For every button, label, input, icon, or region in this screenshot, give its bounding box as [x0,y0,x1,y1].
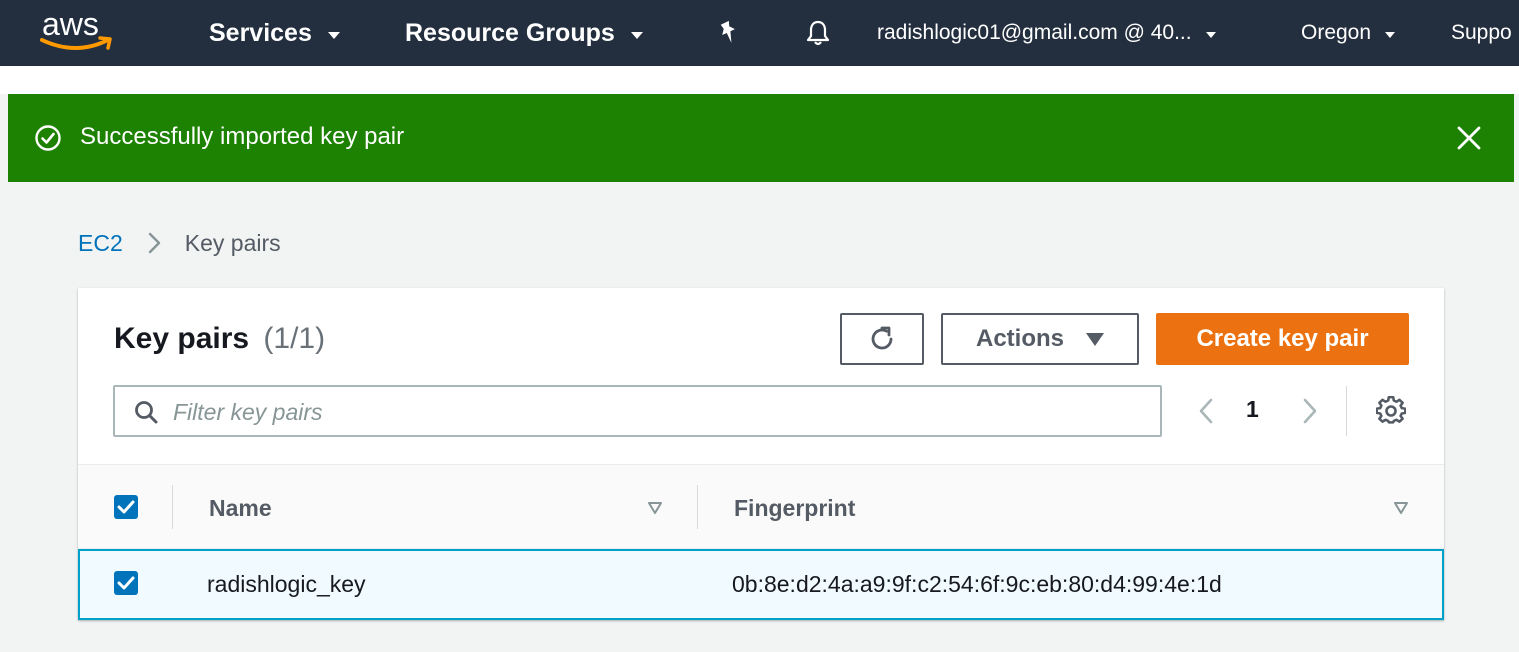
check-circle-icon [35,125,61,151]
flash-message: Successfully imported key pair [80,123,405,150]
success-flash-bar: Successfully imported key pair [8,94,1514,182]
key-pair-name: radishlogic_key [207,571,366,597]
checkmark-icon [117,500,135,514]
next-page-icon[interactable] [1298,396,1322,426]
services-menu[interactable]: Services [209,0,340,66]
actions-dropdown-button[interactable]: Actions [941,313,1139,365]
aws-smile-icon [40,36,112,50]
create-key-pair-label: Create key pair [1196,325,1369,352]
resource-groups-label: Resource Groups [405,18,615,47]
aws-logo[interactable]: aws [38,6,118,58]
chevron-down-icon [1205,32,1216,38]
key-pairs-panel: Key pairs (1/1) Actions Create key pair … [78,288,1444,620]
column-header-name[interactable]: Name [209,495,272,522]
refresh-icon [871,326,893,350]
breadcrumb-ec2-link[interactable]: EC2 [78,230,123,257]
page-title: Key pairs (1/1) [114,322,325,356]
breadcrumb: EC2 Key pairs [78,228,281,258]
previous-page-icon[interactable] [1194,396,1218,426]
page-number-button[interactable]: 1 [1246,396,1259,423]
account-menu[interactable]: radishlogic01@gmail.com @ 40... [877,0,1216,66]
column-divider [697,485,698,529]
caret-down-icon [1086,332,1104,346]
column-divider [172,485,173,529]
sort-icon[interactable] [647,501,663,515]
select-all-checkbox[interactable] [114,495,138,519]
filter-field[interactable] [113,385,1162,437]
account-label: radishlogic01@gmail.com @ 40... [877,21,1192,44]
column-header-fingerprint[interactable]: Fingerprint [734,495,855,522]
key-pair-fingerprint: 0b:8e:d2:4a:a9:9f:c2:54:6f:9c:eb:80:d4:9… [732,571,1222,597]
panel-title-text: Key pairs [114,322,250,355]
chevron-down-icon [630,31,643,39]
row-checkbox[interactable] [114,571,138,595]
services-label: Services [209,18,312,47]
resource-groups-menu[interactable]: Resource Groups [405,0,643,66]
bell-icon[interactable] [803,18,833,48]
breadcrumb-current: Key pairs [184,229,281,256]
close-icon[interactable] [1456,125,1482,151]
selection-count: (1/1) [263,322,326,355]
pin-icon[interactable] [714,18,744,48]
chevron-down-icon [327,31,340,39]
checkmark-icon [117,576,135,590]
gear-icon[interactable] [1376,396,1406,426]
chevron-right-icon [148,232,160,254]
support-menu[interactable]: Suppo [1451,0,1512,66]
table-row[interactable]: radishlogic_key 0b:8e:d2:4a:a9:9f:c2:54:… [78,549,1444,620]
region-menu[interactable]: Oregon [1301,0,1396,66]
pager-divider [1346,386,1347,436]
filter-input[interactable] [173,395,1133,429]
actions-label: Actions [975,325,1064,352]
header-spacer [0,66,1519,94]
chevron-down-icon [1385,32,1396,38]
search-icon [135,401,158,424]
top-navigation: aws Services Resource Groups radishlogic… [0,0,1519,66]
refresh-button[interactable] [840,313,924,365]
region-label: Oregon [1301,21,1372,44]
create-key-pair-button[interactable]: Create key pair [1156,313,1409,365]
sort-icon[interactable] [1393,501,1409,515]
table-header: Name Fingerprint [78,465,1444,549]
support-label: Suppo [1451,21,1512,44]
